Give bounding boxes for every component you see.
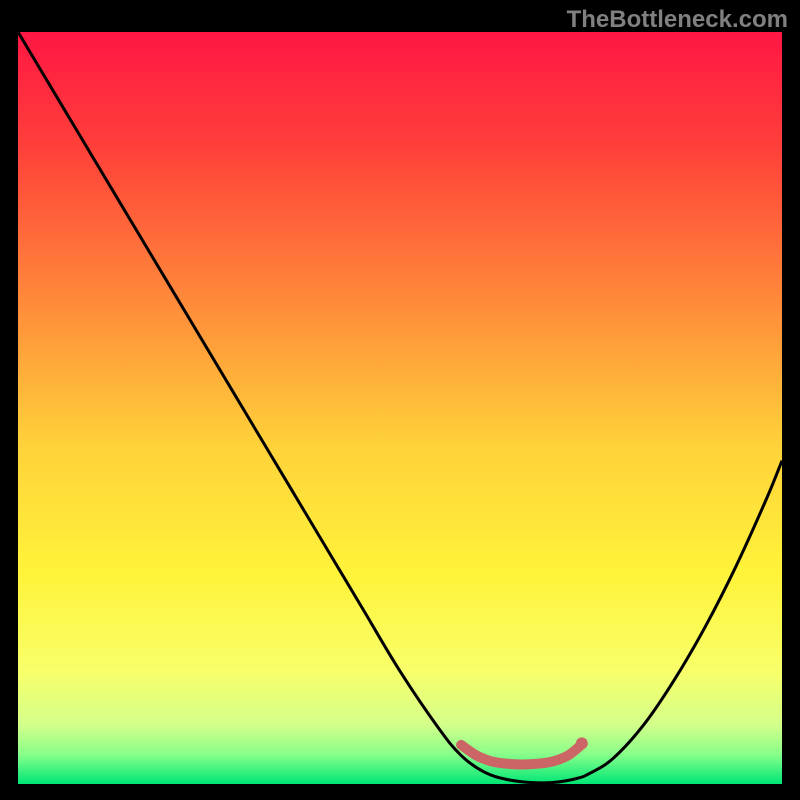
bottleneck-chart bbox=[0, 0, 800, 800]
chart-container: TheBottleneck.com bbox=[0, 0, 800, 800]
optimal-range-end-dot bbox=[576, 737, 588, 749]
watermark-text: TheBottleneck.com bbox=[567, 6, 788, 34]
